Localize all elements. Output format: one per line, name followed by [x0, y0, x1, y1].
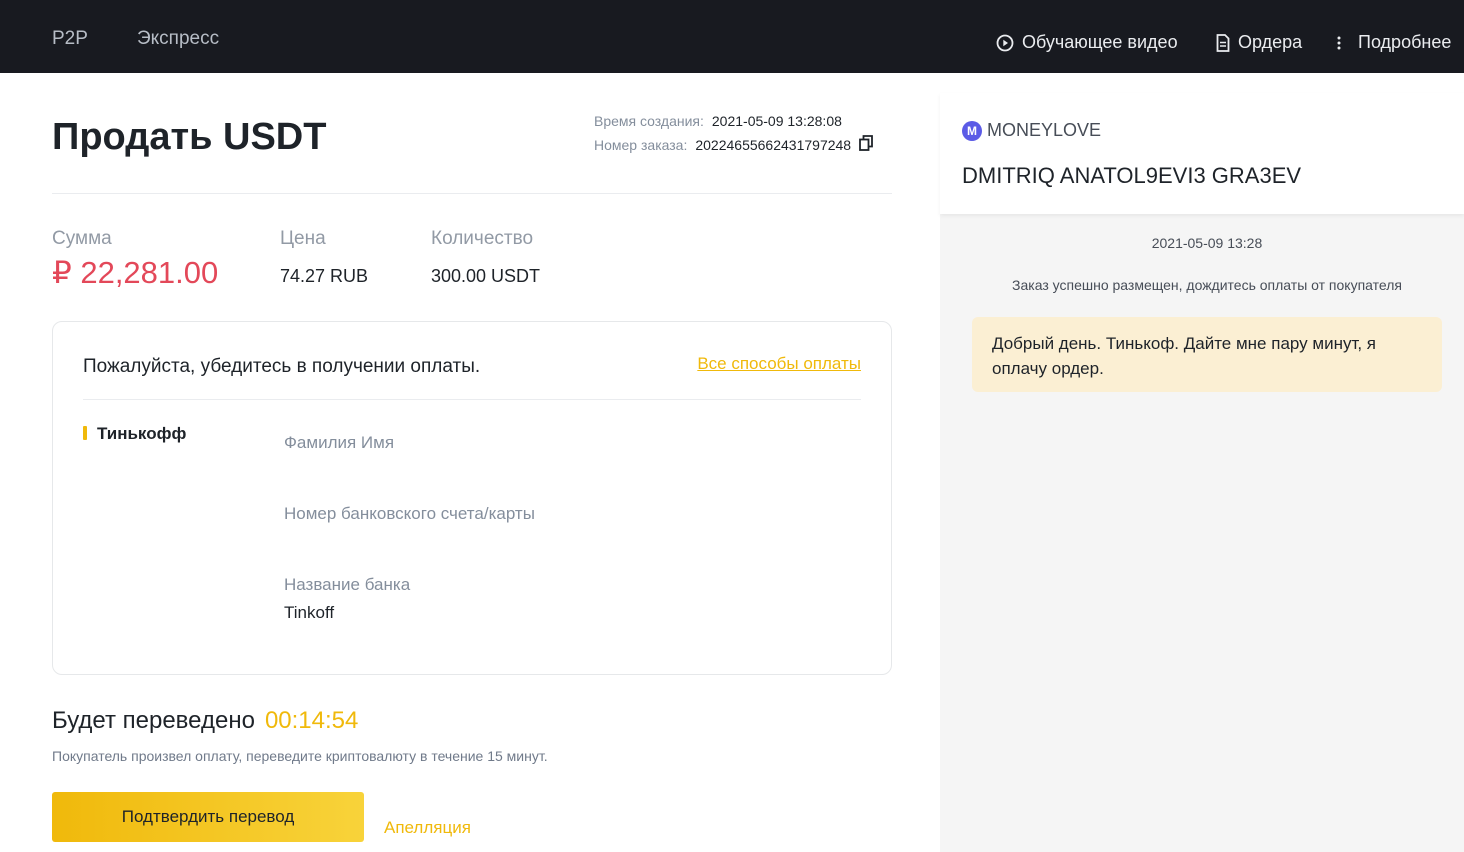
more-vertical-icon [1337, 36, 1341, 49]
payment-method-marker [83, 426, 87, 440]
page-title: Продать USDT [52, 116, 327, 158]
order-number: Номер заказа: 20224655662431797248 [594, 135, 873, 154]
payment-method-name[interactable]: Тинькофф [97, 424, 186, 444]
nav-tab-p2p[interactable]: P2P [52, 28, 88, 50]
order-number-label: Номер заказа: [594, 136, 688, 153]
document-icon [1216, 33, 1230, 52]
amount-label: Сумма [52, 228, 112, 249]
more-menu[interactable]: Подробнее [1336, 32, 1451, 53]
more-label: Подробнее [1358, 32, 1452, 52]
field-label-bank: Название банка [284, 575, 411, 594]
amount-value: ₽ 22,281.00 [52, 255, 219, 290]
tutorial-video-label: Обучающее видео [1022, 32, 1178, 52]
transfer-note: Покупатель произвел оплату, переведите к… [52, 748, 548, 764]
payment-info-card: Пожалуйста, убедитесь в получении оплаты… [52, 321, 892, 675]
created-time-label: Время создания: [594, 113, 704, 129]
tutorial-video-link[interactable]: Обучающее видео [996, 32, 1178, 53]
orders-link[interactable]: Ордера [1216, 32, 1302, 53]
counterparty-real-name: DMITRIQ ANATOL9EVI3 GRA3EV [962, 163, 1302, 188]
field-value-bank: Tinkoff [284, 603, 335, 622]
orders-label: Ордера [1238, 32, 1303, 52]
field-label-fullname: Фамилия Имя [284, 433, 395, 452]
transfer-title: Будет переведено 00:14:54 [52, 707, 358, 735]
order-number-value: 20224655662431797248 [695, 136, 852, 153]
created-time: Время создания: 2021-05-09 13:28:08 [594, 113, 842, 129]
top-navbar: P2P Экспресс Обучающее видео Ордера Подр… [0, 0, 1464, 73]
all-payment-methods-link[interactable]: Все способы оплаты [697, 354, 861, 374]
avatar: M [962, 121, 982, 141]
chat-header: M MONEYLOVE DMITRIQ ANATOL9EVI3 GRA3EV [940, 93, 1464, 214]
header-divider [52, 193, 892, 194]
play-circle-icon [996, 34, 1014, 51]
chat-message-bubble: Добрый день. Тинькоф. Дайте мне пару мин… [972, 317, 1442, 392]
appeal-link[interactable]: Апелляция [384, 818, 471, 838]
quantity-value: 300.00 USDT [431, 266, 541, 286]
payment-divider [83, 399, 861, 400]
field-label-account: Номер банковского счета/карты [284, 504, 535, 523]
counterparty-nickname[interactable]: MONEYLOVE [987, 120, 1101, 141]
price-value: 74.27 RUB [280, 266, 369, 286]
transfer-title-label: Будет переведено [52, 707, 255, 734]
chat-panel: M MONEYLOVE DMITRIQ ANATOL9EVI3 GRA3EV 2… [940, 93, 1464, 852]
confirm-transfer-button[interactable]: Подтвердить перевод [52, 792, 364, 842]
chat-timestamp: 2021-05-09 13:28 [1151, 235, 1263, 251]
nav-tab-express[interactable]: Экспресс [137, 28, 219, 50]
countdown-timer: 00:14:54 [264, 707, 359, 734]
price-label: Цена [280, 228, 326, 249]
created-time-value: 2021-05-09 13:28:08 [711, 113, 842, 129]
quantity-label: Количество [431, 228, 534, 249]
chat-system-message: Заказ успешно размещен, дождитесь оплаты… [1012, 277, 1402, 293]
copy-icon[interactable] [859, 135, 873, 154]
payment-confirm-title: Пожалуйста, убедитесь в получении оплаты… [83, 356, 481, 377]
